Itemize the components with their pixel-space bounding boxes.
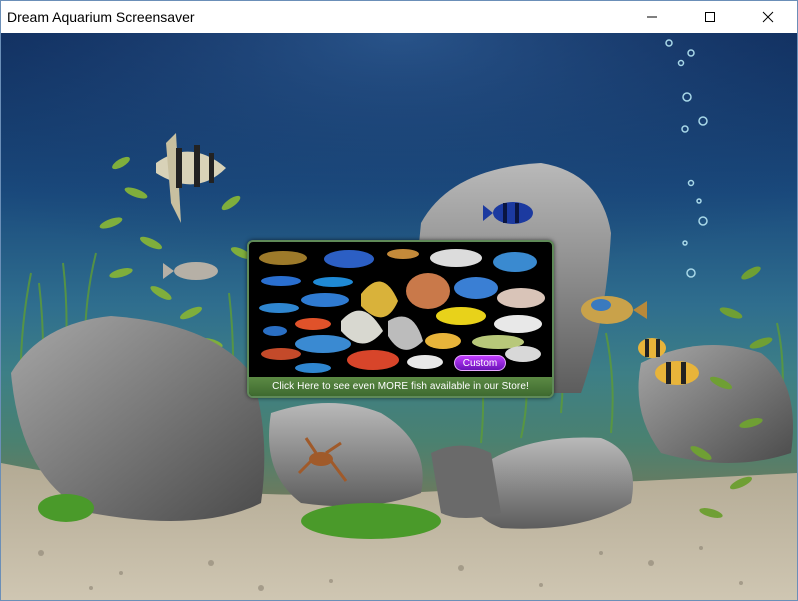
store-link-label: Click Here to see even MORE fish availab… <box>272 381 529 392</box>
minimize-button[interactable] <box>629 1 675 33</box>
app-window: Dream Aquarium Screensaver Custom Click … <box>0 0 798 601</box>
catalog-fish <box>259 249 545 373</box>
maximize-button[interactable] <box>687 1 733 33</box>
rock-front-center <box>269 403 423 507</box>
custom-button[interactable]: Custom <box>454 355 506 371</box>
minimize-icon <box>647 16 657 18</box>
fish-store-panel[interactable]: Custom Click Here to see even MORE fish … <box>247 240 554 398</box>
close-icon <box>762 11 774 23</box>
window-title: Dream Aquarium Screensaver <box>7 9 195 25</box>
title-bar[interactable]: Dream Aquarium Screensaver <box>1 1 797 33</box>
aquarium-scene[interactable]: Custom Click Here to see even MORE fish … <box>1 33 797 600</box>
store-link[interactable]: Click Here to see even MORE fish availab… <box>249 377 552 396</box>
fish-catalog-grid <box>259 249 545 373</box>
rock-right <box>638 345 793 463</box>
close-button[interactable] <box>745 1 791 33</box>
rock-small <box>431 445 501 518</box>
maximize-icon <box>705 12 715 22</box>
